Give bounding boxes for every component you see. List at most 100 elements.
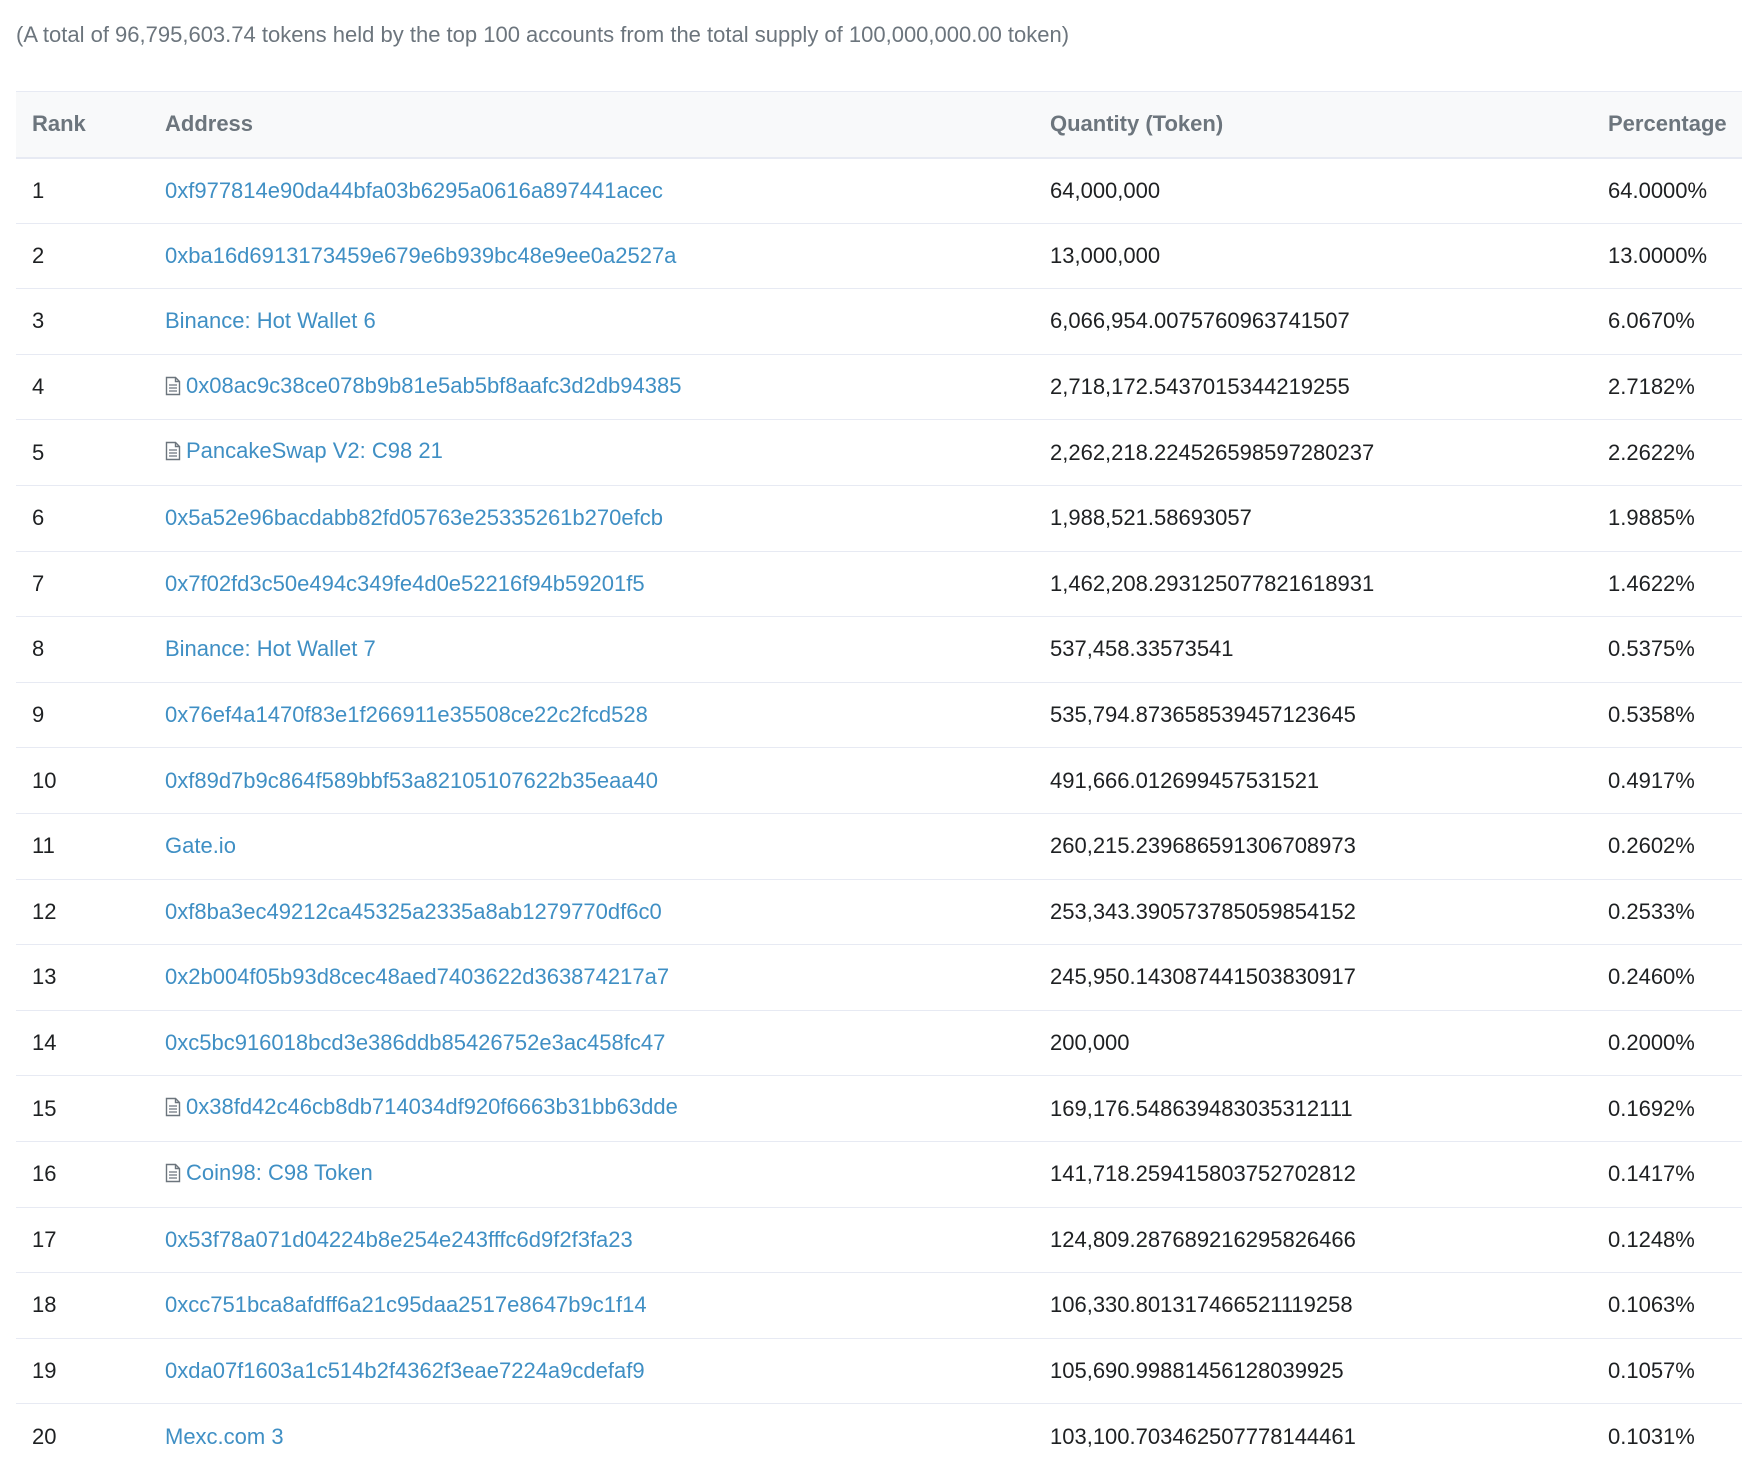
address-link[interactable]: Binance: Hot Wallet 6 (165, 308, 376, 334)
address-text: 0x38fd42c46cb8db714034df920f6663b31bb63d… (186, 1094, 678, 1120)
percentage-cell: 0.1248% (1608, 1207, 1742, 1273)
address-cell: Mexc.com 3 (165, 1404, 1050, 1469)
address-text: Gate.io (165, 833, 236, 859)
rank-cell: 17 (16, 1207, 165, 1273)
quantity-cell: 13,000,000 (1050, 223, 1608, 289)
table-row: 8 Binance: Hot Wallet 7 537,458.33573541… (16, 617, 1742, 683)
address-link[interactable]: 0xf89d7b9c864f589bbf53a82105107622b35eaa… (165, 768, 658, 794)
address-link[interactable]: 0x76ef4a1470f83e1f266911e35508ce22c2fcd5… (165, 702, 648, 728)
address-cell: 0x5a52e96bacdabb82fd05763e25335261b270ef… (165, 485, 1050, 551)
address-cell: 0xf8ba3ec49212ca45325a2335a8ab1279770df6… (165, 879, 1050, 945)
address-cell: 0xf89d7b9c864f589bbf53a82105107622b35eaa… (165, 748, 1050, 814)
quantity-cell: 253,343.390573785059854152 (1050, 879, 1608, 945)
address-cell: 0xba16d6913173459e679e6b939bc48e9ee0a252… (165, 223, 1050, 289)
address-link[interactable]: 0x08ac9c38ce078b9b81e5ab5bf8aafc3d2db943… (165, 373, 681, 399)
table-row: 6 0x5a52e96bacdabb82fd05763e25335261b270… (16, 485, 1742, 551)
table-row: 20 Mexc.com 3 103,100.703462507778144461… (16, 1404, 1742, 1469)
quantity-cell: 260,215.239686591306708973 (1050, 813, 1608, 879)
address-cell: 0x2b004f05b93d8cec48aed7403622d363874217… (165, 945, 1050, 1011)
address-cell: 0x38fd42c46cb8db714034df920f6663b31bb63d… (165, 1076, 1050, 1142)
table-row: 18 0xcc751bca8afdff6a21c95daa2517e8647b9… (16, 1273, 1742, 1339)
address-link[interactable]: 0xcc751bca8afdff6a21c95daa2517e8647b9c1f… (165, 1292, 647, 1318)
rank-cell: 9 (16, 682, 165, 748)
table-row: 11 Gate.io 260,215.239686591306708973 0.… (16, 813, 1742, 879)
table-row: 2 0xba16d6913173459e679e6b939bc48e9ee0a2… (16, 223, 1742, 289)
address-text: 0x53f78a071d04224b8e254e243fffc6d9f2f3fa… (165, 1227, 633, 1253)
table-row: 1 0xf977814e90da44bfa03b6295a0616a897441… (16, 158, 1742, 224)
quantity-cell: 105,690.99881456128039925 (1050, 1338, 1608, 1404)
table-header: Rank Address Quantity (Token) Percentage (16, 92, 1742, 158)
rank-cell: 4 (16, 354, 165, 420)
address-cell: Binance: Hot Wallet 7 (165, 617, 1050, 683)
address-link[interactable]: 0x53f78a071d04224b8e254e243fffc6d9f2f3fa… (165, 1227, 633, 1253)
rank-cell: 5 (16, 420, 165, 486)
table-row: 12 0xf8ba3ec49212ca45325a2335a8ab1279770… (16, 879, 1742, 945)
quantity-cell: 1,988,521.58693057 (1050, 485, 1608, 551)
contract-file-icon (165, 1097, 181, 1117)
address-link[interactable]: 0x38fd42c46cb8db714034df920f6663b31bb63d… (165, 1094, 678, 1120)
table-row: 5 PancakeSwap V2: C98 21 2,262,218.22452… (16, 420, 1742, 486)
address-cell: 0xcc751bca8afdff6a21c95daa2517e8647b9c1f… (165, 1273, 1050, 1339)
quantity-cell: 2,718,172.5437015344219255 (1050, 354, 1608, 420)
address-link[interactable]: 0xf8ba3ec49212ca45325a2335a8ab1279770df6… (165, 899, 662, 925)
quantity-cell: 537,458.33573541 (1050, 617, 1608, 683)
quantity-cell: 1,462,208.293125077821618931 (1050, 551, 1608, 617)
quantity-cell: 103,100.703462507778144461 (1050, 1404, 1608, 1469)
address-link[interactable]: 0xf977814e90da44bfa03b6295a0616a897441ac… (165, 178, 663, 204)
rank-cell: 15 (16, 1076, 165, 1142)
table-row: 7 0x7f02fd3c50e494c349fe4d0e52216f94b592… (16, 551, 1742, 617)
address-text: PancakeSwap V2: C98 21 (186, 438, 443, 464)
address-column-header: Address (165, 92, 1050, 158)
address-cell: 0x53f78a071d04224b8e254e243fffc6d9f2f3fa… (165, 1207, 1050, 1273)
rank-cell: 8 (16, 617, 165, 683)
address-cell: Gate.io (165, 813, 1050, 879)
address-cell: 0x08ac9c38ce078b9b81e5ab5bf8aafc3d2db943… (165, 354, 1050, 420)
address-link[interactable]: Binance: Hot Wallet 7 (165, 636, 376, 662)
table-body: 1 0xf977814e90da44bfa03b6295a0616a897441… (16, 158, 1742, 1469)
percentage-cell: 0.1692% (1608, 1076, 1742, 1142)
quantity-cell: 141,718.259415803752702812 (1050, 1141, 1608, 1207)
address-cell: 0x76ef4a1470f83e1f266911e35508ce22c2fcd5… (165, 682, 1050, 748)
table-row: 19 0xda07f1603a1c514b2f4362f3eae7224a9cd… (16, 1338, 1742, 1404)
address-text: 0xcc751bca8afdff6a21c95daa2517e8647b9c1f… (165, 1292, 647, 1318)
address-text: Binance: Hot Wallet 6 (165, 308, 376, 334)
quantity-cell: 2,262,218.224526598597280237 (1050, 420, 1608, 486)
address-text: 0xf8ba3ec49212ca45325a2335a8ab1279770df6… (165, 899, 662, 925)
address-link[interactable]: 0xc5bc916018bcd3e386ddb85426752e3ac458fc… (165, 1030, 665, 1056)
address-link[interactable]: PancakeSwap V2: C98 21 (165, 438, 443, 464)
table-row: 3 Binance: Hot Wallet 6 6,066,954.007576… (16, 289, 1742, 355)
rank-cell: 18 (16, 1273, 165, 1339)
address-link[interactable]: Gate.io (165, 833, 236, 859)
address-link[interactable]: 0xba16d6913173459e679e6b939bc48e9ee0a252… (165, 243, 676, 269)
rank-cell: 2 (16, 223, 165, 289)
address-link[interactable]: Mexc.com 3 (165, 1424, 284, 1450)
rank-cell: 10 (16, 748, 165, 814)
rank-cell: 13 (16, 945, 165, 1011)
rank-cell: 19 (16, 1338, 165, 1404)
percentage-cell: 1.4622% (1608, 551, 1742, 617)
percentage-cell: 0.5375% (1608, 617, 1742, 683)
percentage-cell: 13.0000% (1608, 223, 1742, 289)
address-text: 0x5a52e96bacdabb82fd05763e25335261b270ef… (165, 505, 663, 531)
table-row: 16 Coin98: C98 Token 141,718.25941580375… (16, 1141, 1742, 1207)
address-link[interactable]: 0x7f02fd3c50e494c349fe4d0e52216f94b59201… (165, 571, 645, 597)
quantity-cell: 491,666.012699457531521 (1050, 748, 1608, 814)
address-text: 0x2b004f05b93d8cec48aed7403622d363874217… (165, 964, 669, 990)
address-text: 0x08ac9c38ce078b9b81e5ab5bf8aafc3d2db943… (186, 373, 681, 399)
quantity-cell: 64,000,000 (1050, 158, 1608, 224)
percentage-cell: 0.1417% (1608, 1141, 1742, 1207)
rank-cell: 12 (16, 879, 165, 945)
rank-cell: 1 (16, 158, 165, 224)
contract-file-icon (165, 376, 181, 396)
table-row: 10 0xf89d7b9c864f589bbf53a82105107622b35… (16, 748, 1742, 814)
address-link[interactable]: 0x5a52e96bacdabb82fd05763e25335261b270ef… (165, 505, 663, 531)
address-link[interactable]: Coin98: C98 Token (165, 1160, 373, 1186)
table-row: 9 0x76ef4a1470f83e1f266911e35508ce22c2fc… (16, 682, 1742, 748)
rank-cell: 11 (16, 813, 165, 879)
rank-cell: 16 (16, 1141, 165, 1207)
address-link[interactable]: 0x2b004f05b93d8cec48aed7403622d363874217… (165, 964, 669, 990)
percentage-cell: 64.0000% (1608, 158, 1742, 224)
address-link[interactable]: 0xda07f1603a1c514b2f4362f3eae7224a9cdefa… (165, 1358, 645, 1384)
percentage-cell: 0.2533% (1608, 879, 1742, 945)
percentage-cell: 0.2460% (1608, 945, 1742, 1011)
